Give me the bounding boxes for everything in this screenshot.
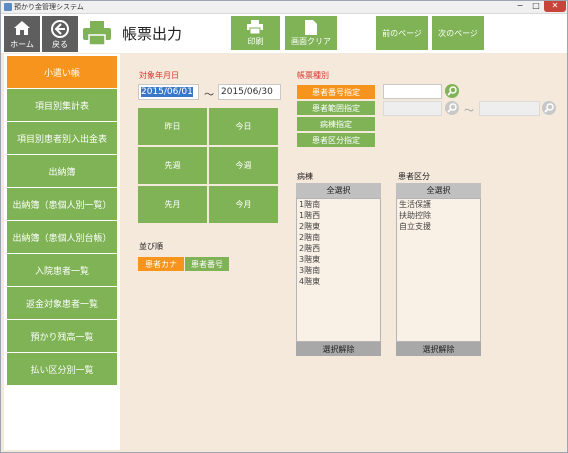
clear-screen-label: 画面クリア (291, 37, 331, 46)
search-icon (447, 86, 457, 96)
sidebar-item-label: 預かり残高一覧 (30, 332, 94, 343)
patient-class-clear-selection-button[interactable]: 選択解除 (396, 342, 481, 356)
sort-by-kana-button[interactable]: 患者カナ (138, 257, 184, 271)
toolbar: ホーム 戻る 帳票出力 印刷 画面クリア 前のページ 次のページ (1, 14, 567, 53)
patient-range-from-input[interactable] (383, 101, 442, 116)
document-icon (305, 20, 317, 35)
sidebar-item-label: 出納簿（患個人別一覧） (12, 200, 112, 211)
patient-number-search-button[interactable] (445, 84, 459, 98)
ward-label: 病棟 (297, 172, 313, 181)
sidebar-item-cash-book-ledger[interactable]: 出納簿（患個人別台帳） (7, 221, 117, 253)
patient-range-spec-button[interactable]: 患者範囲指定 (297, 101, 375, 115)
sidebar-item-in-out-by-item-patient[interactable]: 項目別患者別入出金表 (7, 122, 117, 154)
sidebar-item-cash-book[interactable]: 出納簿 (7, 155, 117, 187)
list-item[interactable]: 1階南 (297, 199, 380, 210)
report-type-label: 帳票種別 (297, 71, 329, 80)
sidebar-item-balance-list[interactable]: 預かり残高一覧 (7, 320, 117, 352)
sidebar-item-label: 出納簿（患個人別台帳） (12, 233, 112, 244)
prev-page-button[interactable]: 前のページ (376, 16, 428, 50)
patient-range-to-input[interactable] (479, 101, 540, 116)
page-title: 帳票出力 (122, 25, 183, 43)
app-icon (4, 3, 12, 11)
minimize-button[interactable]: − (512, 1, 528, 12)
last-month-button[interactable]: 先月 (138, 186, 207, 223)
this-week-button[interactable]: 今週 (209, 147, 278, 184)
app-window: 預かり金管理システム − □ ✕ ホーム 戻る 帳票出力 印刷 画面クリア 前の… (0, 0, 568, 453)
home-icon (14, 21, 30, 35)
patient-class-list[interactable]: 生活保護 扶助控除 自立支援 (396, 198, 481, 342)
date-to-input[interactable]: 2015/06/30 (218, 84, 281, 100)
patient-class-spec-button[interactable]: 患者区分指定 (297, 133, 375, 147)
sidebar-item-refund-list[interactable]: 返金対象患者一覧 (7, 287, 117, 319)
sidebar-item-label: 項目別集計表 (34, 101, 89, 112)
home-label: ホーム (10, 40, 34, 49)
next-page-label: 次のページ (438, 28, 478, 38)
sidebar-item-label: 返金対象患者一覧 (25, 299, 98, 310)
date-range-tilde: ～ (204, 90, 214, 101)
ward-list[interactable]: 1階南 1階西 2階東 2階南 2階西 3階東 3階南 4階東 (296, 198, 381, 342)
clear-screen-button[interactable]: 画面クリア (285, 16, 337, 50)
home-button[interactable]: ホーム (4, 16, 40, 52)
list-item[interactable]: 1階西 (297, 210, 380, 221)
list-item[interactable]: 生活保護 (397, 199, 480, 210)
sidebar-item-label: 項目別患者別入出金表 (16, 134, 107, 145)
sort-by-number-button[interactable]: 患者番号 (185, 257, 229, 271)
sidebar: 小遣い帳 項目別集計表 項目別患者別入出金表 出納簿 出納簿（患個人別一覧） 出… (4, 54, 120, 450)
print-icon (247, 20, 263, 34)
next-page-button[interactable]: 次のページ (432, 16, 484, 50)
list-item[interactable]: 3階東 (297, 254, 380, 265)
patient-range-from-search-button[interactable] (445, 101, 459, 115)
list-item[interactable]: 自立支援 (397, 221, 480, 232)
patient-range-to-search-button[interactable] (542, 101, 556, 115)
list-item[interactable]: 2階東 (297, 221, 380, 232)
back-button[interactable]: 戻る (42, 16, 78, 52)
sidebar-item-payment-class-list[interactable]: 払い区分別一覧 (7, 353, 117, 385)
sidebar-item-inpatient-list[interactable]: 入院患者一覧 (7, 254, 117, 286)
print-label: 印刷 (247, 37, 264, 46)
search-icon (544, 103, 554, 113)
patient-class-select-all-button[interactable]: 全選択 (396, 183, 481, 198)
sidebar-item-label: 払い区分別一覧 (30, 365, 94, 376)
maximize-button[interactable]: □ (528, 1, 544, 12)
patient-number-spec-button[interactable]: 患者番号指定 (297, 85, 375, 99)
print-button[interactable]: 印刷 (231, 16, 280, 50)
list-item[interactable]: 3階南 (297, 265, 380, 276)
search-icon (447, 103, 457, 113)
patient-number-input[interactable] (383, 84, 442, 99)
sidebar-item-summary-by-item[interactable]: 項目別集計表 (7, 89, 117, 121)
list-item[interactable]: 2階南 (297, 232, 380, 243)
ward-select-all-button[interactable]: 全選択 (296, 183, 381, 198)
sidebar-item-label: 入院患者一覧 (34, 266, 89, 277)
window-title: 預かり金管理システム (14, 3, 84, 11)
list-item[interactable]: 2階西 (297, 243, 380, 254)
date-from-value: 2015/06/01 (141, 87, 193, 97)
back-arrow-icon (51, 20, 69, 38)
this-month-button[interactable]: 今月 (209, 186, 278, 223)
back-label: 戻る (52, 40, 68, 49)
ward-spec-button[interactable]: 病棟指定 (297, 117, 375, 131)
sidebar-item-cash-book-list[interactable]: 出納簿（患個人別一覧） (7, 188, 117, 220)
last-week-button[interactable]: 先週 (138, 147, 207, 184)
list-item[interactable]: 扶助控除 (397, 210, 480, 221)
prev-page-label: 前のページ (382, 28, 422, 38)
close-button[interactable]: ✕ (544, 1, 566, 12)
ward-clear-selection-button[interactable]: 選択解除 (296, 342, 381, 356)
title-bar: 預かり金管理システム − □ ✕ (1, 1, 567, 14)
today-button[interactable]: 今日 (209, 108, 278, 145)
date-from-input[interactable]: 2015/06/01 (138, 84, 199, 100)
patient-class-label: 患者区分 (398, 172, 430, 181)
sidebar-item-pocket-money-book[interactable]: 小遣い帳 (7, 56, 117, 88)
patient-range-tilde: ～ (464, 106, 474, 117)
list-item[interactable]: 4階東 (297, 276, 380, 287)
sidebar-item-label: 出納簿 (48, 167, 76, 178)
yesterday-button[interactable]: 昨日 (138, 108, 207, 145)
printer-icon (83, 21, 111, 46)
sidebar-item-label: 小遣い帳 (43, 68, 80, 79)
date-range-label: 対象年月日 (139, 71, 179, 80)
sort-order-label: 並び順 (139, 242, 163, 251)
